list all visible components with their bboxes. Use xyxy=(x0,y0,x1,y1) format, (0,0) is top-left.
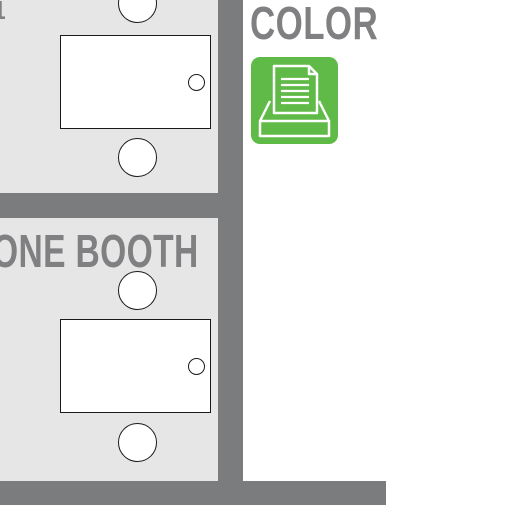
room-divider-wall xyxy=(0,193,243,218)
stool-booth-upper xyxy=(118,271,157,310)
table-top xyxy=(60,35,211,129)
color-printer-label: COLOR xyxy=(250,0,379,49)
table-booth xyxy=(60,319,211,413)
stool-booth-lower xyxy=(118,423,157,462)
phone-booth-name-label: ONE BOOTH xyxy=(0,225,199,277)
vertical-wall xyxy=(218,0,243,481)
bottom-wall xyxy=(0,481,386,505)
stool-top-lower xyxy=(118,138,157,177)
table-booth-knob xyxy=(188,358,205,375)
printer-icon xyxy=(251,57,338,144)
table-top-knob xyxy=(188,74,205,91)
top-room-label: 1 xyxy=(0,0,6,23)
